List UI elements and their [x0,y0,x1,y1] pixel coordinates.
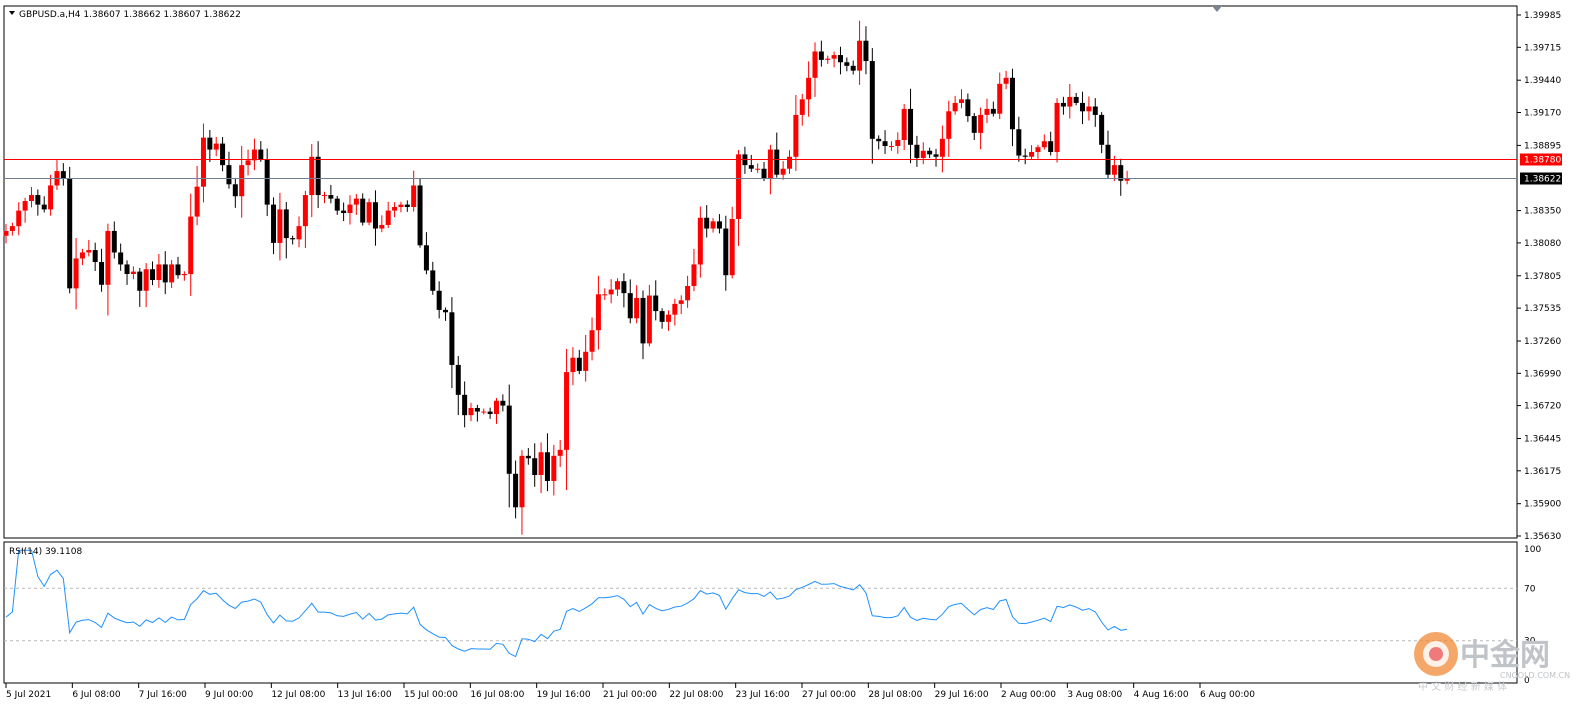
price-tick-label: 1.38350 [1524,207,1561,217]
time-tick-label: 29 Jul 16:00 [935,690,989,700]
price-tick-label: 1.39440 [1524,76,1561,86]
time-tick-label: 12 Jul 08:00 [271,690,325,700]
time-tick-label: 13 Jul 16:00 [338,690,392,700]
price-tick-label: 1.35900 [1524,500,1561,510]
rsi-pane [3,541,1518,684]
candle [67,166,73,294]
price-tag-label: 1.38780 [1524,156,1561,166]
price-tick-label: 1.36990 [1524,369,1561,379]
time-tick-label: 7 Jul 16:00 [139,690,188,700]
time-tick-label: 27 Jul 00:00 [802,690,856,700]
time-tick-label: 9 Jul 00:00 [205,690,254,700]
watermark-title: 中金网 [1460,638,1550,673]
price-tick-label: 1.37260 [1524,337,1561,347]
time-tick-label: 6 Jul 08:00 [72,690,121,700]
time-tick-label: 19 Jul 16:00 [537,690,591,700]
time-tick-label: 15 Jul 00:00 [404,690,458,700]
rsi-tick-label: 70 [1524,584,1536,594]
candle [366,198,372,226]
time-tick-label: 2 Aug 00:00 [1001,690,1056,700]
watermark-domain: CNGOLD.COM.CN [1500,671,1570,680]
time-tick-label: 6 Aug 00:00 [1200,690,1255,700]
price-tick-label: 1.39985 [1524,11,1561,21]
rsi-header: RSI(14) 39.1108 [9,547,82,557]
watermark-tagline: 中 文 财 经 新 媒 体 [1418,680,1507,693]
price-tick-label: 1.39170 [1524,109,1561,119]
time-tick-label: 3 Aug 08:00 [1067,690,1122,700]
chart-area: 1.39985 1.39715 1.39440 1.39170 1.38895 1.383… [3,5,1570,700]
price-tag-label: 1.38622 [1524,175,1561,185]
price-tick-label: 1.38080 [1524,239,1561,249]
price-axis: 1.39985 1.39715 1.39440 1.39170 1.38895 1.383… [1517,11,1561,542]
price-tick-label: 1.37805 [1524,272,1561,282]
time-tick-label: 16 Jul 08:00 [470,690,524,700]
time-tick-label: 23 Jul 16:00 [736,690,790,700]
main-pane [3,5,1518,539]
watermark-logo: 中金网 CNGOLD.COM.CN 中 文 财 经 新 媒 体 [1414,632,1570,693]
symbol-header: GBPUSD.a,H4 1.38607 1.38662 1.38607 1.38… [19,10,241,20]
time-tick-label: 22 Jul 08:00 [669,690,723,700]
price-tick-label: 1.37535 [1524,304,1561,314]
price-tick-label: 1.38895 [1524,141,1561,151]
time-tick-label: 21 Jul 00:00 [603,690,657,700]
price-tick-label: 1.36445 [1524,434,1561,444]
price-tick-label: 1.36720 [1524,402,1561,412]
time-tick-label: 4 Aug 16:00 [1134,690,1189,700]
price-tick-label: 1.39715 [1524,43,1561,53]
time-axis: 5 Jul 2021 6 Jul 08:00 7 Jul 16:00 9 Jul 00… [5,683,1255,700]
candle [417,177,423,248]
time-tick-label: 28 Jul 08:00 [868,690,922,700]
time-tick-label: 5 Jul 2021 [6,690,51,700]
rsi-tick-label: 100 [1524,545,1541,555]
price-tick-label: 1.36175 [1524,467,1561,477]
price-tick-label: 1.35630 [1524,532,1561,542]
